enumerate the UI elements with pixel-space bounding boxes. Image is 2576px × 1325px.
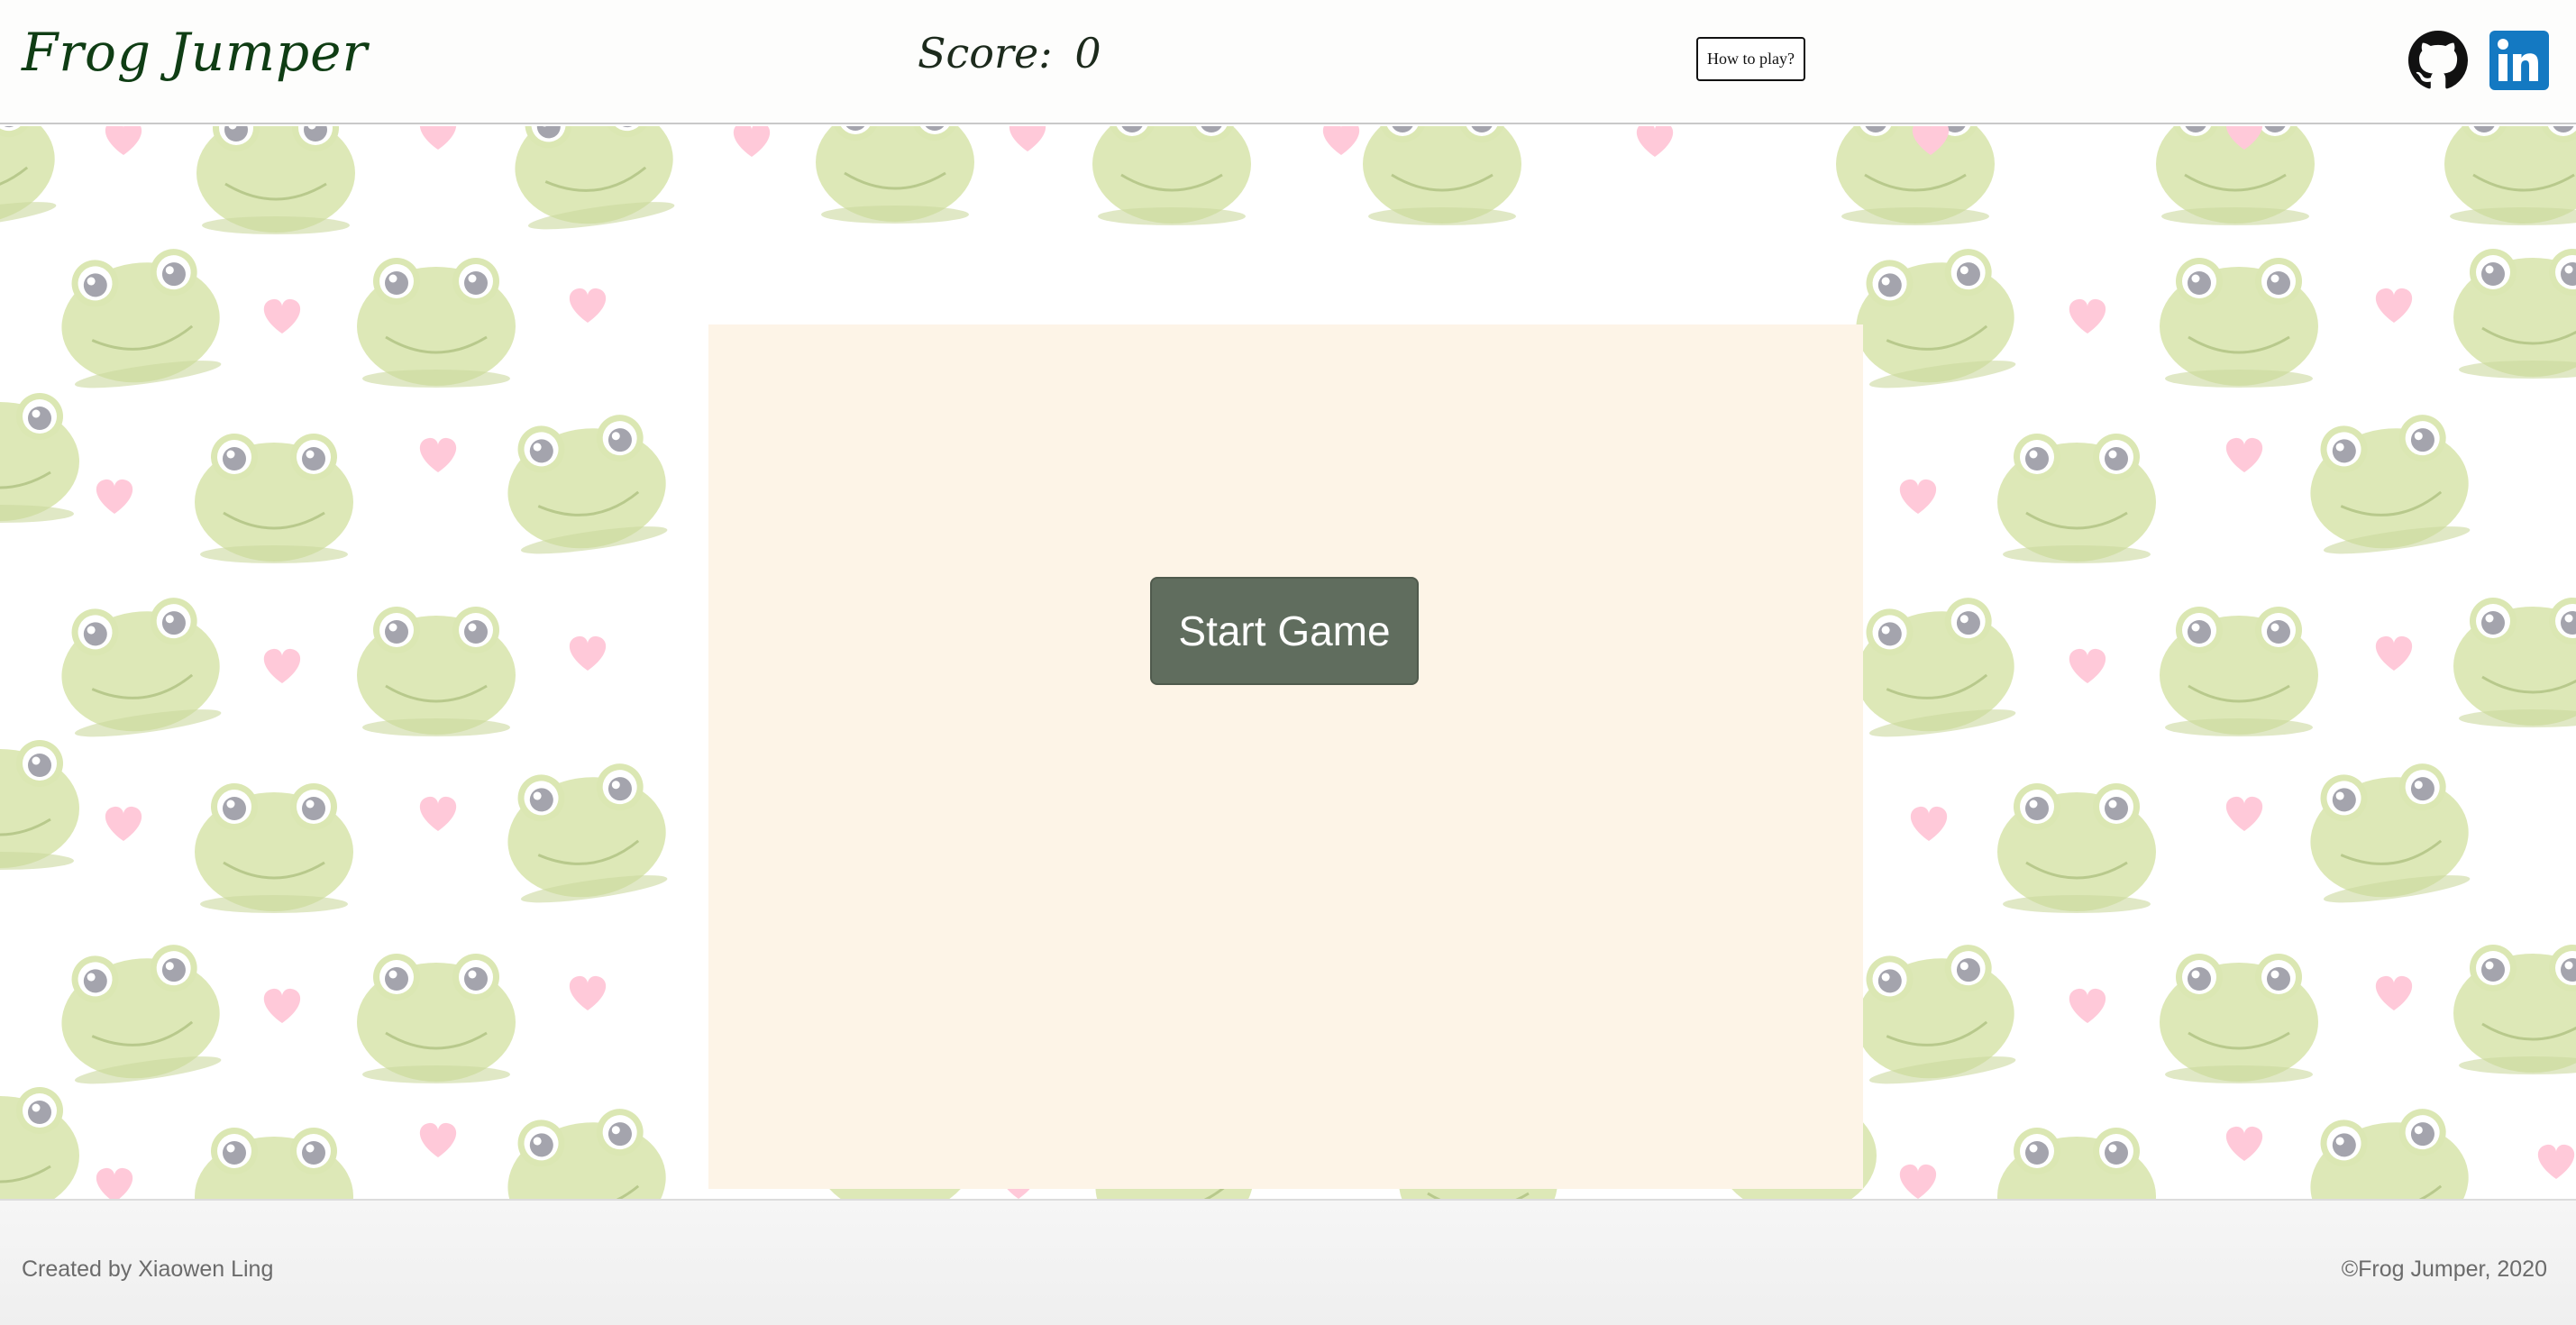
top-navbar: Frog Jumper Score: 0 How to play?	[0, 0, 2576, 124]
game-board[interactable]	[708, 324, 1863, 1189]
start-game-button[interactable]: Start Game	[1150, 577, 1419, 685]
how-to-play-button[interactable]: How to play?	[1696, 37, 1805, 81]
footer-credit: Created by Xiaowen Ling	[22, 1256, 274, 1282]
app-title: Frog Jumper	[22, 22, 369, 83]
github-link[interactable]	[2408, 31, 2468, 90]
score-label: Score:	[918, 29, 1053, 78]
github-icon	[2408, 31, 2468, 89]
score-value: 0	[1074, 29, 1101, 78]
footer: Created by Xiaowen Ling ©Frog Jumper, 20…	[0, 1199, 2576, 1325]
score-display: Score: 0	[918, 29, 1101, 78]
footer-copyright: ©Frog Jumper, 2020	[2341, 1256, 2547, 1282]
linkedin-icon	[2489, 31, 2549, 90]
linkedin-link[interactable]	[2489, 31, 2549, 90]
